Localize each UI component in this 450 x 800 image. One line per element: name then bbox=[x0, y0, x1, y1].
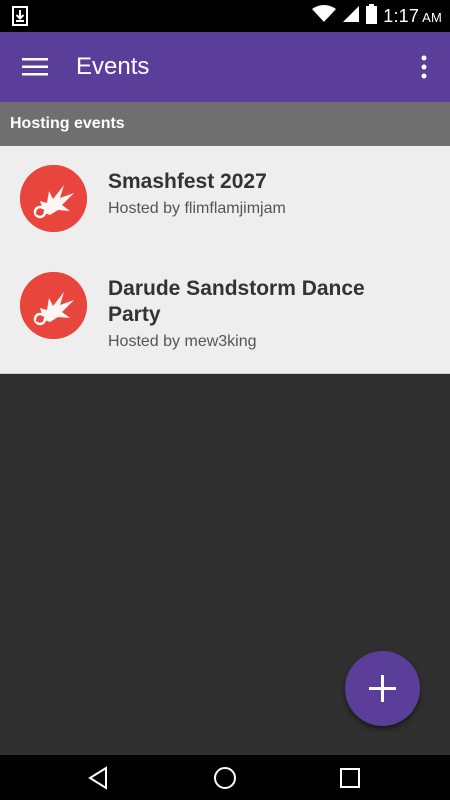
explosion-icon bbox=[20, 165, 87, 232]
more-vert-icon[interactable] bbox=[416, 54, 432, 80]
status-ampm: AM bbox=[422, 9, 442, 25]
section-header: Hosting events bbox=[0, 102, 450, 146]
explosion-icon bbox=[20, 272, 87, 339]
section-header-label: Hosting events bbox=[10, 115, 125, 132]
event-host: Hosted by flimflamjimjam bbox=[108, 200, 286, 217]
event-title: Darude Sandstorm Dance Party bbox=[108, 277, 365, 326]
list-item[interactable]: Smashfest 2027 Hosted by flimflamjimjam bbox=[0, 146, 450, 253]
battery-icon bbox=[366, 3, 378, 29]
status-time: 1:17 AM bbox=[383, 5, 442, 26]
cell-signal-icon bbox=[342, 5, 360, 28]
event-list: Smashfest 2027 Hosted by flimflamjimjam … bbox=[0, 146, 450, 374]
download-icon bbox=[10, 6, 30, 26]
status-bar: 1:17 AM bbox=[0, 0, 450, 32]
recents-icon[interactable] bbox=[337, 765, 363, 791]
list-item[interactable]: Darude Sandstorm Dance Party Hosted by m… bbox=[0, 253, 450, 373]
wifi-icon bbox=[312, 4, 337, 28]
page-title: Events bbox=[76, 53, 150, 80]
home-icon[interactable] bbox=[212, 765, 238, 791]
app-bar: Events bbox=[0, 32, 450, 102]
back-icon[interactable] bbox=[86, 765, 112, 791]
plus-icon bbox=[369, 675, 396, 702]
add-event-button[interactable] bbox=[345, 651, 420, 726]
event-title: Smashfest 2027 bbox=[108, 170, 267, 193]
hamburger-menu-icon[interactable] bbox=[22, 56, 48, 78]
system-nav-bar bbox=[0, 755, 450, 800]
event-host: Hosted by mew3king bbox=[108, 333, 257, 350]
